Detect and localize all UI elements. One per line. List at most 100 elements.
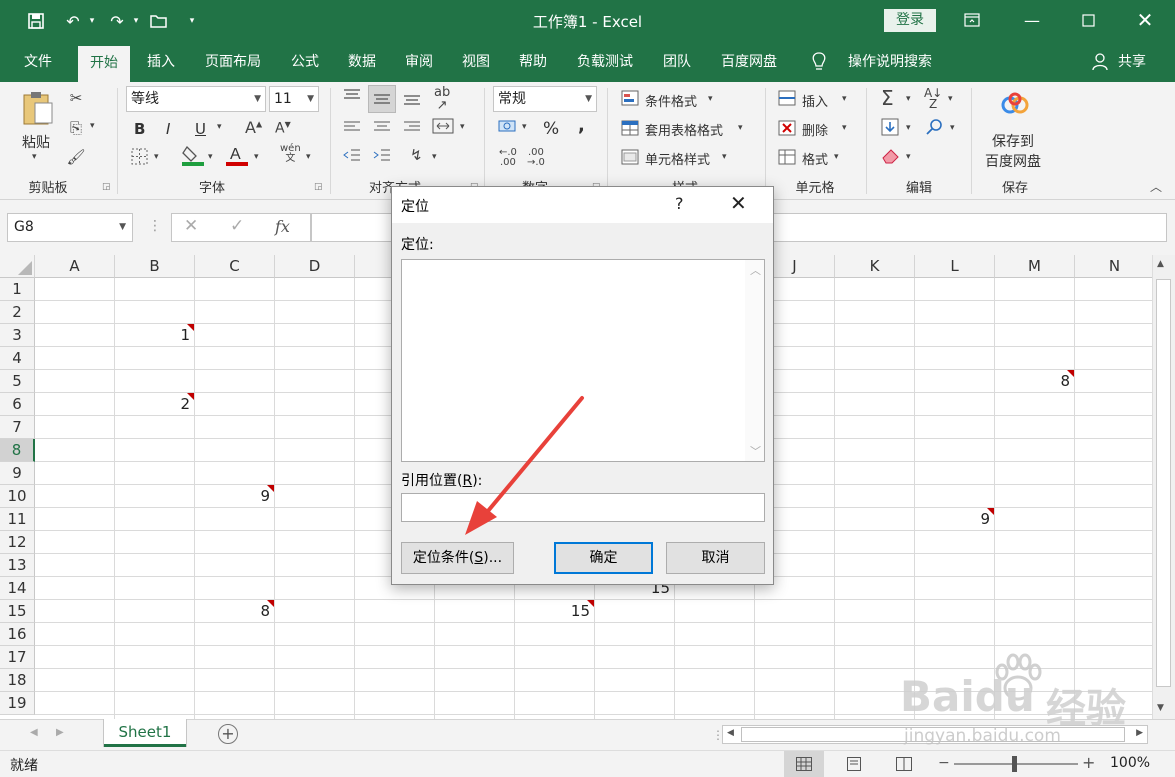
row-header-8[interactable]: 8 [0, 439, 35, 462]
ribbon-display-options-icon[interactable] [952, 6, 992, 34]
column-header-c[interactable]: C [195, 255, 275, 278]
row-header-17[interactable]: 17 [0, 646, 35, 669]
zoom-slider-thumb[interactable] [1012, 756, 1017, 772]
copy-dropdown-icon[interactable]: ▾ [90, 121, 95, 131]
number-format-combo[interactable]: 常规 ▼ [493, 86, 597, 112]
increase-decimal-icon[interactable]: ←.0.00 [499, 148, 517, 168]
row-header-18[interactable]: 18 [0, 669, 35, 692]
share-person-icon[interactable] [1090, 42, 1110, 82]
tab-view[interactable]: 视图 [452, 42, 500, 82]
tab-baidu-netdisk[interactable]: 百度网盘 [712, 42, 786, 82]
tab-load-test[interactable]: 负载测试 [568, 42, 642, 82]
align-right-icon[interactable] [403, 120, 421, 138]
sort-filter-dropdown-icon[interactable]: ▾ [948, 94, 953, 104]
page-layout-view-icon[interactable] [846, 757, 862, 775]
row-header-15[interactable]: 15 [0, 600, 35, 623]
wrap-text-icon[interactable] [432, 117, 454, 139]
close-icon[interactable]: ✕ [1125, 6, 1165, 34]
normal-view-icon[interactable] [784, 751, 824, 777]
row-header-12[interactable]: 12 [0, 531, 35, 554]
align-middle-icon[interactable] [368, 85, 396, 113]
share-button[interactable]: 共享 [1114, 42, 1150, 82]
prev-sheet-icon[interactable]: ◀ [30, 727, 38, 738]
comma-style-button[interactable]: , [578, 115, 585, 136]
cell-styles-button[interactable]: 单元格样式 [645, 149, 710, 168]
font-color-icon[interactable]: A [226, 144, 248, 170]
row-header-19[interactable]: 19 [0, 692, 35, 715]
cell-m5[interactable]: 8 [995, 370, 1073, 392]
phonetic-dropdown-icon[interactable]: ▾ [306, 152, 311, 162]
increase-font-icon[interactable]: A▲ [245, 118, 262, 137]
format-cells-button[interactable]: 格式 [802, 149, 828, 168]
login-button[interactable]: 登录 [884, 9, 936, 32]
find-select-icon[interactable] [926, 118, 944, 140]
comment-indicator[interactable] [187, 324, 194, 331]
decrease-decimal-icon[interactable]: .00 →.0 [527, 148, 545, 168]
next-sheet-icon[interactable]: ▶ [56, 727, 64, 738]
comment-indicator[interactable] [587, 600, 594, 607]
insert-function-icon[interactable]: fx [275, 217, 290, 236]
zoom-in-icon[interactable]: + [1082, 753, 1095, 772]
format-cells-icon[interactable] [778, 149, 796, 169]
column-header-k[interactable]: K [835, 255, 915, 278]
scroll-left-icon[interactable]: ◀ [727, 728, 734, 738]
row-header-2[interactable]: 2 [0, 301, 35, 324]
decrease-indent-icon[interactable] [343, 148, 361, 166]
delete-cells-button[interactable]: 删除 [802, 120, 828, 139]
accounting-format-icon[interactable] [497, 118, 519, 140]
dialog-header[interactable]: 定位 ? ✕ [392, 187, 773, 223]
sort-filter-icon[interactable]: A↓ Z [924, 87, 942, 110]
zoom-out-icon[interactable]: − [938, 755, 950, 771]
select-all-corner[interactable] [0, 255, 35, 278]
add-sheet-icon[interactable]: + [218, 724, 238, 744]
format-as-table-dropdown-icon[interactable]: ▾ [738, 123, 743, 133]
row-header-10[interactable]: 10 [0, 485, 35, 508]
phonetic-guide-icon[interactable]: wén 文 [280, 144, 301, 164]
conditional-formatting-button[interactable]: 条件格式 [645, 91, 697, 110]
align-left-icon[interactable] [343, 120, 361, 138]
comment-indicator[interactable] [987, 508, 994, 515]
borders-dropdown-icon[interactable]: ▾ [154, 152, 159, 162]
conditional-formatting-dropdown-icon[interactable]: ▾ [708, 94, 713, 104]
fill-icon[interactable] [881, 118, 899, 140]
minimize-icon[interactable]: — [1012, 6, 1052, 34]
chevron-up-icon[interactable]: ︿ [750, 262, 761, 278]
save-to-line2[interactable]: 百度网盘 [985, 151, 1041, 171]
borders-icon[interactable] [131, 148, 148, 169]
italic-button[interactable]: I [166, 120, 170, 138]
page-break-view-icon[interactable] [896, 757, 912, 775]
font-name-combo[interactable]: 等线 ▼ [126, 86, 266, 112]
clear-icon[interactable] [881, 148, 901, 168]
zoom-level[interactable]: 100% [1110, 755, 1150, 771]
scroll-up-icon[interactable]: ▲ [1157, 259, 1164, 269]
column-header-d[interactable]: D [275, 255, 355, 278]
autosum-dropdown-icon[interactable]: ▾ [906, 94, 911, 104]
format-painter-icon[interactable]: 🖌 [66, 148, 86, 166]
insert-cells-button[interactable]: 插入 [802, 91, 828, 110]
tab-formulas[interactable]: 公式 [281, 42, 329, 82]
cell-b3[interactable]: 1 [115, 324, 193, 346]
zoom-slider[interactable] [954, 756, 1078, 772]
cell-c15[interactable]: 8 [195, 600, 273, 622]
cell-styles-dropdown-icon[interactable]: ▾ [722, 152, 727, 162]
format-cells-dropdown-icon[interactable]: ▾ [834, 152, 839, 162]
special-button[interactable]: 定位条件(S)... [401, 542, 514, 574]
row-header-1[interactable]: 1 [0, 278, 35, 301]
column-header-n[interactable]: N [1075, 255, 1152, 278]
paste-dropdown-icon[interactable]: ▾ [32, 152, 37, 162]
tab-team[interactable]: 团队 [653, 42, 701, 82]
list-scrollbar[interactable]: ︿ ﹀ [745, 260, 764, 461]
tab-page-layout[interactable]: 页面布局 [197, 42, 269, 82]
row-header-11[interactable]: 11 [0, 508, 35, 531]
ok-button[interactable]: 确定 [554, 542, 653, 574]
paste-label[interactable]: 粘贴 [22, 132, 50, 152]
row-header-6[interactable]: 6 [0, 393, 35, 416]
help-icon[interactable]: ? [675, 194, 684, 213]
tab-data[interactable]: 数据 [338, 42, 386, 82]
fill-color-dropdown-icon[interactable]: ▾ [208, 152, 213, 162]
sheet-tab-sheet1[interactable]: Sheet1 [104, 719, 186, 747]
tell-me-search[interactable]: 操作说明搜索 [838, 42, 942, 82]
comment-indicator[interactable] [187, 393, 194, 400]
dialog-close-icon[interactable]: ✕ [730, 191, 747, 215]
cell-styles-icon[interactable] [621, 149, 639, 169]
